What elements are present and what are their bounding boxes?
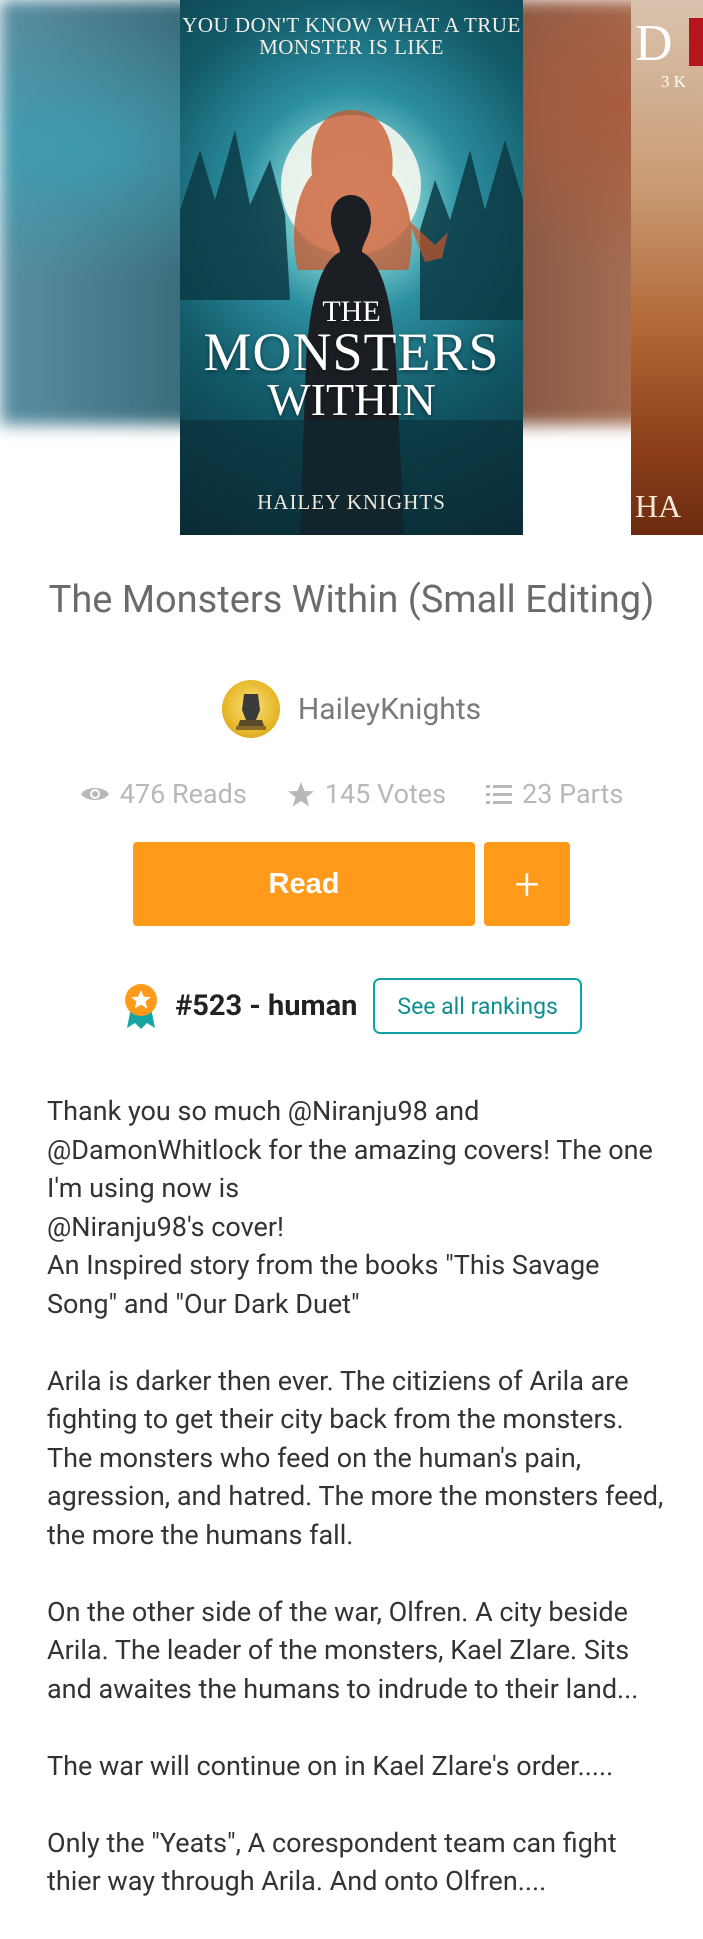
reads-stat: 476 Reads [80, 778, 247, 810]
description-paragraph: Thank you so much @Niranju98 and @DamonW… [47, 1095, 653, 1320]
star-icon [287, 781, 314, 806]
ranking-row: #523 - human See all rankings [0, 978, 703, 1034]
avatar-image [235, 694, 266, 730]
list-icon [486, 785, 513, 804]
cover-next-accent [689, 18, 703, 66]
reads-count: 476 Reads [119, 778, 247, 810]
ranking-badge-icon [125, 984, 158, 1029]
cover-artwork [180, 110, 523, 535]
add-to-library-button[interactable]: + [484, 842, 570, 926]
cover-tagline: YOU DON'T KNOW WHAT A TRUE MONSTER IS LI… [182, 13, 521, 59]
next-cover-title: D [635, 15, 673, 72]
cover-title-monsters: MONSTERS [203, 321, 500, 382]
parts-count: 23 Parts [522, 778, 624, 810]
description-paragraph: Only the "Yeats", A corespondent team ca… [47, 1826, 617, 1898]
parts-stat: 23 Parts [486, 778, 623, 810]
story-description: Thank you so much @Niranju98 and @DamonW… [47, 1092, 667, 1939]
see-all-rankings-button[interactable]: See all rankings [373, 978, 582, 1034]
story-stats: 476 Reads 145 Votes 23 Parts [0, 778, 703, 810]
votes-count: 145 Votes [324, 778, 447, 810]
cover-title-within: WITHIN [267, 373, 436, 425]
votes-stat: 145 Votes [287, 778, 446, 810]
ranking-text: #523 - human [175, 989, 358, 1023]
author-name[interactable]: HaileyKnights [298, 692, 481, 727]
author-row[interactable]: HaileyKnights [0, 680, 703, 738]
next-book-cover[interactable]: D 3 K HA [631, 0, 703, 535]
description-paragraph: Arila is darker then ever. The citiziens… [47, 1364, 664, 1551]
description-paragraph: The war will continue on in Kael Zlare's… [47, 1749, 614, 1782]
cover-title: THE MONSTERS WITHIN [180, 297, 523, 425]
cover-carousel[interactable]: YOU DON'T KNOW WHAT A TRUE MONSTER IS LI… [0, 0, 703, 540]
avatar[interactable] [221, 680, 280, 738]
next-cover-subtitle: 3 K [661, 72, 687, 91]
story-title: The Monsters Within (Small Editing) [48, 578, 655, 622]
book-cover[interactable]: YOU DON'T KNOW WHAT A TRUE MONSTER IS LI… [180, 0, 523, 535]
next-cover-author: HA [635, 488, 682, 524]
description-paragraph: On the other side of the war, Olfren. A … [47, 1595, 639, 1705]
cover-author: HAILEY KNIGHTS [257, 490, 446, 514]
eye-icon [80, 788, 109, 800]
read-button[interactable]: Read [133, 842, 475, 926]
